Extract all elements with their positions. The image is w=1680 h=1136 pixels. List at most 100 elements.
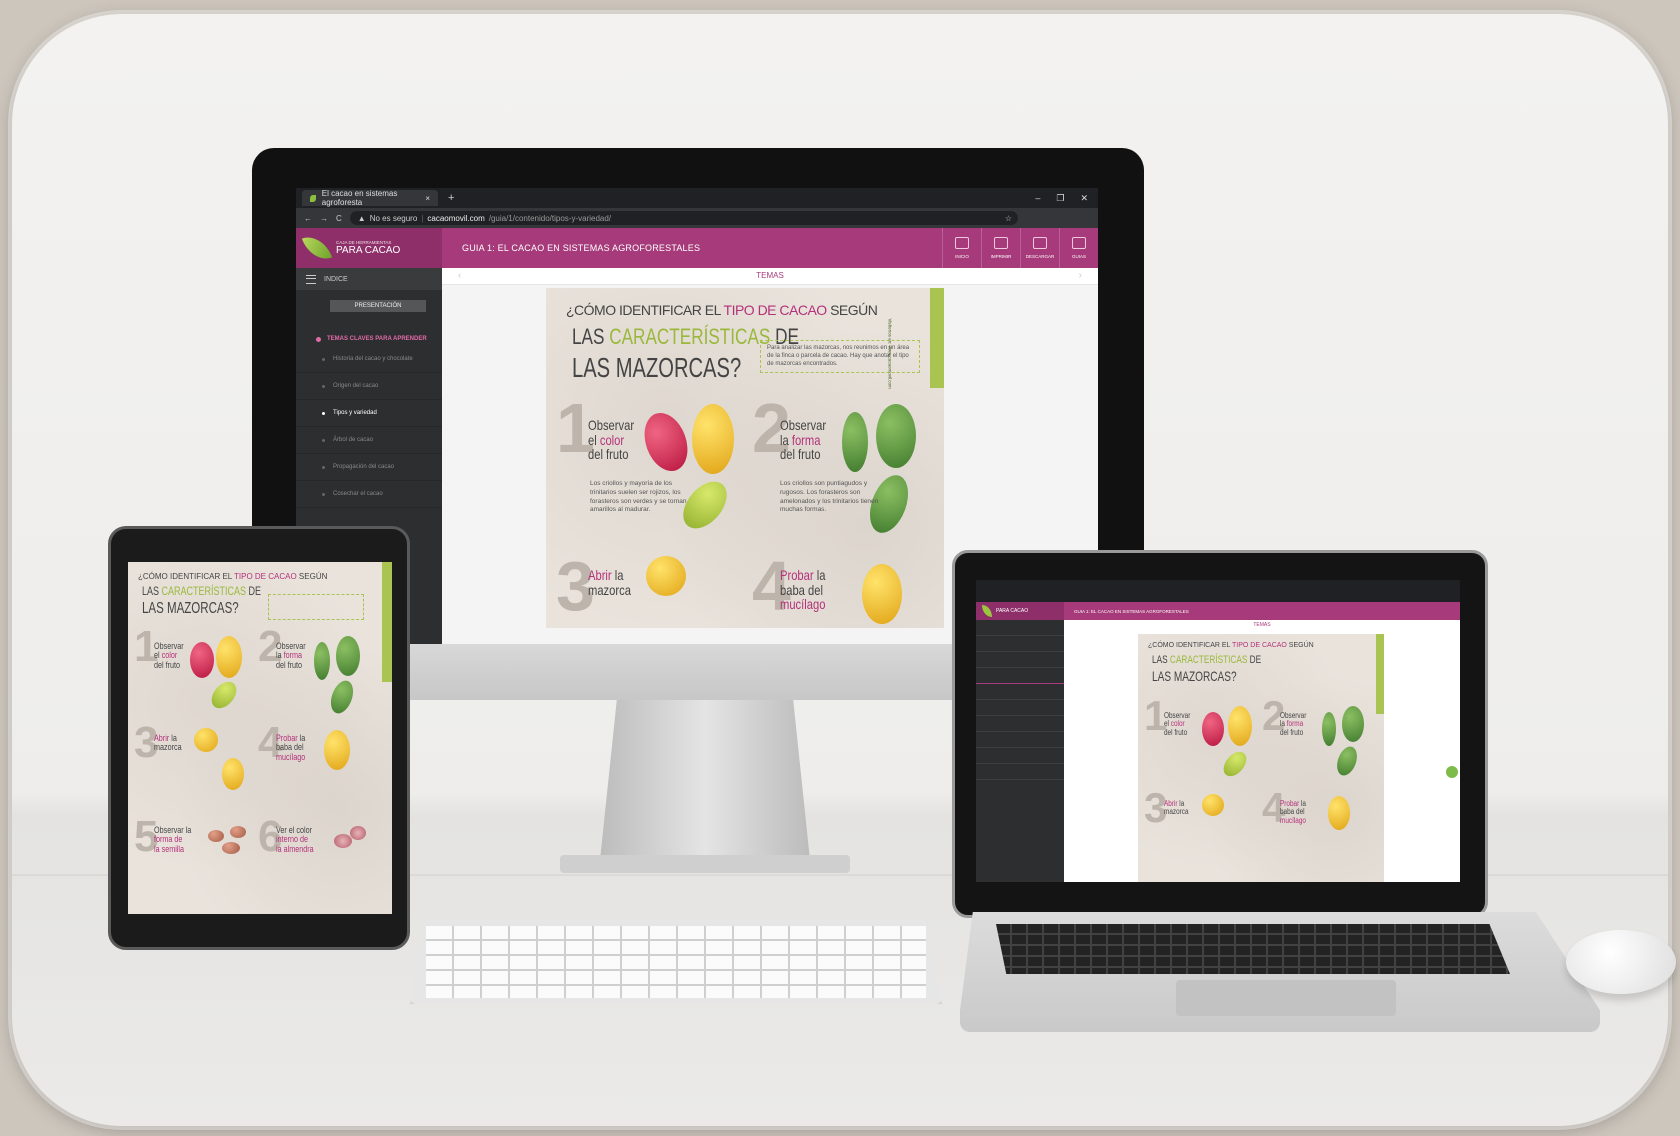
forward-icon[interactable]: → (320, 214, 328, 223)
step-2-title: Observar la forma del fruto (780, 417, 827, 463)
laptop-step-2-title: Observar la forma del fruto (1280, 711, 1307, 737)
laptop-step-1-title: Observar el color del fruto (1164, 711, 1191, 737)
check-icon (316, 336, 321, 342)
not-secure-label: No es seguro (369, 213, 418, 223)
next-arrow-icon[interactable]: › (1079, 268, 1082, 284)
step-1-description: Los criollos y mayoría de los trinitario… (590, 480, 687, 514)
green-pod-icon (876, 404, 916, 468)
tablet-title-line3: LAS MAZORCAS? (142, 600, 239, 617)
tablet-screen: ¿CÓMO IDENTIFICAR EL TIPO DE CACAO SEGÚN… (128, 562, 392, 914)
laptop-step-3-title: Abrir la mazorca (1164, 799, 1189, 817)
infographic-note: Para analizar las mazorcas, nos reunimos… (760, 340, 920, 374)
desktop-mouse (1566, 930, 1676, 994)
monitor-foot (560, 855, 850, 873)
bullet-icon (322, 384, 325, 388)
laptop-step-4-title: Probar la baba del mucílago (1280, 799, 1306, 825)
favicon-leaf-icon (310, 194, 316, 202)
brand-logo[interactable]: CAJA DE HERRAMIENTAS PARA CACAO (296, 228, 442, 268)
green-pod-icon (1333, 743, 1361, 779)
almond-icon (350, 826, 366, 840)
open-pod-icon (646, 556, 686, 596)
green-pod-icon (1342, 706, 1364, 742)
scroll-top-button[interactable] (1446, 766, 1458, 778)
maximize-button[interactable]: ❐ (1056, 193, 1064, 204)
guides-button[interactable]: GUIAS (1059, 228, 1098, 268)
desktop-keyboard (410, 920, 942, 1004)
sidebar-section-temas[interactable]: TEMAS CLAVES PARA APRENDER (296, 332, 442, 346)
browser-tabbar: El cacao en sistemas agroforesta × + – ❐… (296, 188, 1098, 208)
mucilage-pod-icon (324, 730, 350, 770)
brand-subtitle: CAJA DE HERRAMIENTAS (336, 240, 392, 245)
tablet-strip (382, 562, 392, 682)
website-strip: Visítenos en: www.cacaomovil.com (888, 288, 944, 389)
laptop-title-line3: LAS MAZORCAS? (1152, 668, 1237, 684)
tab-close-icon[interactable]: × (425, 194, 430, 203)
download-button[interactable]: DESCARGAR (1020, 228, 1059, 268)
step-2-description: Los criollos son puntiagudos y rugosos. … (780, 480, 879, 514)
url-path: /guia/1/contenido/tipos-y-variedad/ (488, 213, 612, 223)
bookmark-star-icon[interactable]: ☆ (1005, 214, 1018, 223)
new-tab-button[interactable]: + (448, 192, 454, 204)
red-pod-icon (1202, 712, 1224, 746)
step-4-title: Probar la baba del mucílago (780, 567, 826, 613)
browser-tab[interactable]: El cacao en sistemas agroforesta × (302, 189, 438, 207)
back-icon[interactable]: ← (304, 214, 312, 223)
print-icon (994, 237, 1008, 249)
mucilage-pod-icon (862, 564, 902, 624)
sidebar-item-arbol[interactable]: Árbol de cacao (296, 427, 442, 454)
infographic-title-line3: LAS MAZORCAS? (572, 352, 742, 383)
step-1-title: Observar el color del fruto (588, 417, 635, 463)
mucilage-pod-icon (1328, 796, 1350, 830)
yellow-pod-icon (692, 404, 734, 474)
home-button[interactable]: INICIO (942, 228, 981, 268)
laptop-infographic: ¿CÓMO IDENTIFICAR EL TIPO DE CACAO SEGÚN… (1138, 634, 1384, 882)
tablet-step-2-title: Observar la forma del fruto (276, 641, 306, 670)
tablet-title-line1: ¿CÓMO IDENTIFICAR EL TIPO DE CACAO SEGÚN (138, 572, 328, 581)
step-3-title: Abrir la mazorca (588, 567, 631, 598)
yellow-pod-icon (1228, 706, 1252, 746)
guides-icon (1072, 237, 1086, 249)
laptop-guide-title: GUIA 1: EL CACAO EN SISTEMAS AGROFORESTA… (1074, 608, 1189, 614)
close-window-button[interactable]: ✕ (1080, 193, 1088, 204)
tablet-step-5-title: Observar la forma de la semilla (154, 825, 192, 854)
prev-arrow-icon[interactable]: ‹ (458, 268, 461, 284)
sidebar-item-origen[interactable]: Origen del cacao (296, 373, 442, 400)
bullet-icon (322, 411, 325, 415)
sidebar-item-tipos[interactable]: Tipos y variedad (296, 400, 442, 427)
url-host: cacaomovil.com (427, 213, 485, 223)
bean-icon (222, 842, 240, 854)
green-pod-icon (842, 412, 868, 472)
leaf-logo-icon (982, 605, 992, 617)
brand-title: PARA CACAO (336, 245, 401, 256)
tablet-step-4-title: Probar la baba del mucílago (276, 733, 306, 762)
menu-icon (306, 274, 316, 284)
address-bar[interactable]: ▲ No es seguro | cacaomovil.com/guia/1/c… (349, 211, 1018, 225)
reload-icon[interactable]: C (336, 214, 342, 223)
green-pod-icon (1322, 712, 1336, 746)
green-pod-icon (326, 677, 358, 717)
green-pod-icon (314, 642, 330, 680)
laptop-screen: PARA CACAO GUIA 1: EL CACAO EN SISTEMAS … (976, 580, 1460, 882)
sidebar-item-propagacion[interactable]: Propagación del cacao (296, 454, 442, 481)
bean-icon (208, 830, 224, 842)
print-button[interactable]: IMPRIMIR (981, 228, 1020, 268)
laptop-brand[interactable]: PARA CACAO (976, 602, 1064, 620)
tablet-step-3-title: Abrir la mazorca (154, 733, 182, 753)
sidebar-item-cosechar[interactable]: Cosechar el cacao (296, 481, 442, 508)
index-toggle[interactable]: INDICE (296, 268, 442, 290)
browser-toolbar: ← → C ▲ No es seguro | cacaomovil.com/gu… (296, 208, 1098, 228)
sidebar-item-historia[interactable]: Historia del cacao y chocolate (296, 346, 442, 373)
laptop-sidebar (976, 620, 1064, 882)
app-header: CAJA DE HERRAMIENTAS PARA CACAO GUIA 1: … (296, 228, 1098, 268)
pod-icon (222, 758, 244, 790)
laptop-trackpad (1176, 980, 1396, 1016)
presentation-button[interactable]: PRESENTACIÓN (330, 300, 426, 312)
bullet-icon (322, 438, 325, 442)
tablet-step-6-title: Ver el color interno de la almendra (276, 825, 314, 854)
warning-icon: ▲ (357, 213, 366, 223)
minimize-button[interactable]: – (1035, 193, 1040, 204)
leaf-logo-icon (301, 231, 333, 265)
laptop-title-line2: LAS CARACTERÍSTICAS DE (1152, 654, 1262, 666)
bullet-icon (322, 465, 325, 469)
laptop-title-line1: ¿CÓMO IDENTIFICAR EL TIPO DE CACAO SEGÚN (1148, 642, 1314, 649)
